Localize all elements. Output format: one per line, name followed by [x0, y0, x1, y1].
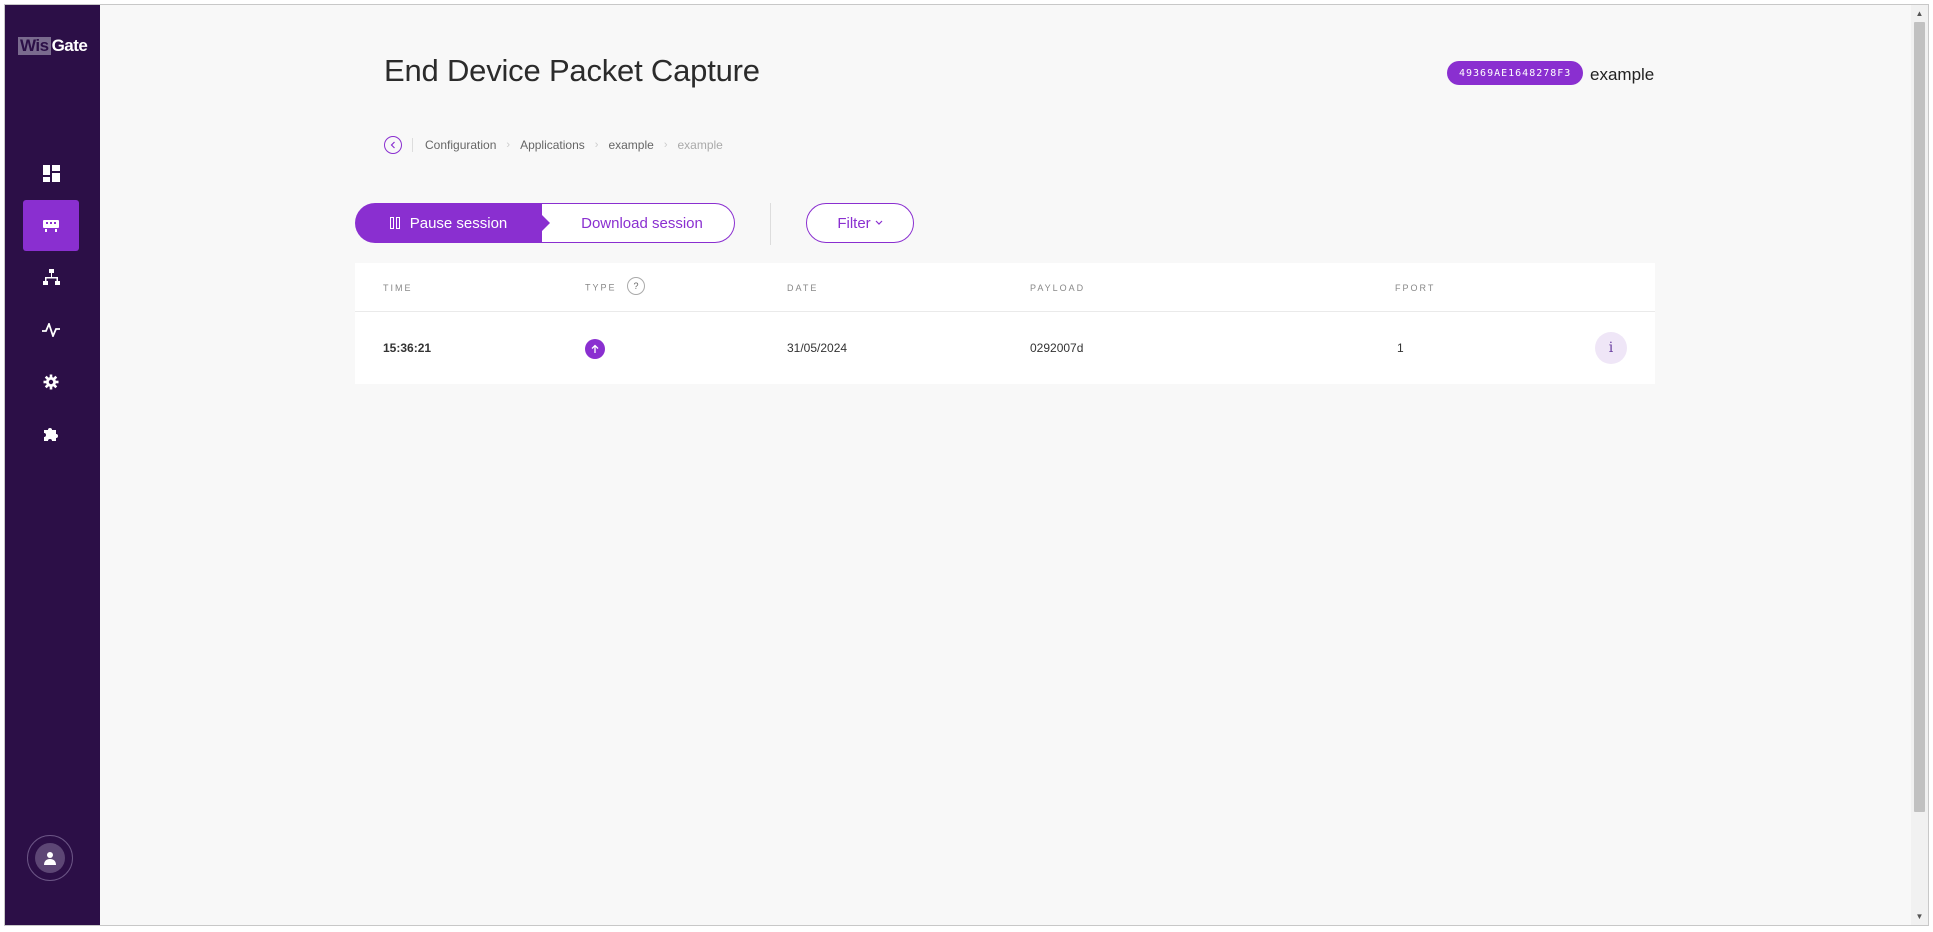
wisgate-logo[interactable]: Wis Gate — [18, 35, 88, 57]
pause-icon — [389, 217, 400, 229]
breadcrumb-divider — [412, 138, 413, 152]
info-icon: i — [1608, 340, 1614, 356]
logo-gate: Gate — [51, 36, 88, 55]
device-name: example — [1590, 65, 1655, 84]
chevron-down-icon — [875, 218, 883, 229]
row-payload: 0292007d — [1030, 341, 1084, 355]
chevron-right-icon: › — [506, 139, 511, 151]
app-window: Wis Gate End Device Packet Capture 49369… — [4, 4, 1929, 926]
back-button[interactable] — [384, 136, 402, 154]
controls-divider — [770, 203, 771, 245]
gateway-icon — [43, 219, 59, 232]
sidebar-item-activity[interactable] — [23, 304, 79, 355]
user-icon — [35, 843, 65, 873]
column-date: DATE — [787, 283, 819, 293]
row-time: 15:36:21 — [383, 341, 432, 355]
breadcrumb-configuration[interactable]: Configuration — [425, 138, 496, 152]
sidebar-item-extensions[interactable] — [23, 408, 79, 459]
download-session-button[interactable]: Download session — [542, 203, 735, 243]
row-date: 31/05/2024 — [787, 341, 848, 355]
network-icon — [42, 269, 60, 286]
help-icon[interactable]: ? — [627, 277, 646, 295]
page-title: End Device Packet Capture — [384, 53, 760, 88]
chevron-right-icon: › — [594, 139, 599, 151]
puzzle-icon — [43, 426, 59, 442]
column-fport: FPORT — [1395, 283, 1436, 293]
column-time: TIME — [383, 283, 413, 293]
packet-table: TIME TYPE ? DATE PAYLOAD FPORT 15:36:21 … — [355, 263, 1655, 384]
activity-icon — [42, 322, 60, 337]
row-fport: 1 — [1397, 341, 1404, 355]
table-header: TIME TYPE ? DATE PAYLOAD FPORT — [355, 263, 1655, 312]
table-row[interactable]: 15:36:21 31/05/2024 0292007d 1 i — [355, 312, 1655, 384]
breadcrumb-device: example — [677, 138, 723, 152]
device-eui-badge: 49369AE1648278F3 — [1447, 61, 1584, 85]
filter-label: Filter — [837, 214, 871, 232]
download-session-label: Download session — [581, 214, 703, 232]
pause-session-label: Pause session — [409, 214, 508, 232]
sidebar-item-settings[interactable] — [23, 356, 79, 407]
uplink-arrow-icon — [585, 339, 605, 359]
vertical-scrollbar[interactable]: ▲ ▼ — [1911, 5, 1928, 925]
breadcrumb-applications[interactable]: Applications — [520, 138, 585, 152]
scroll-down-arrow-icon[interactable]: ▼ — [1911, 908, 1928, 925]
info-button[interactable]: i — [1595, 332, 1627, 364]
session-controls: Pause session Download session — [355, 203, 735, 243]
breadcrumb: Configuration › Applications › example ›… — [384, 134, 733, 156]
scrollbar-thumb[interactable] — [1914, 22, 1925, 812]
filter-button[interactable]: Filter — [806, 203, 914, 243]
dashboard-icon — [42, 165, 60, 182]
user-avatar-button[interactable] — [27, 835, 73, 881]
column-type-label: TYPE — [585, 282, 617, 293]
sidebar-item-applications[interactable] — [23, 252, 79, 303]
pause-session-button[interactable]: Pause session — [355, 203, 550, 243]
chevron-left-icon — [389, 138, 397, 152]
breadcrumb-application[interactable]: example — [608, 138, 653, 152]
logo-wis: Wis — [18, 36, 51, 55]
gear-icon — [43, 374, 59, 390]
chevron-right-icon: › — [663, 139, 668, 151]
sidebar-item-gateways[interactable] — [23, 200, 79, 251]
sidebar-item-dashboard[interactable] — [23, 148, 79, 199]
column-payload: PAYLOAD — [1030, 283, 1086, 293]
sidebar: Wis Gate — [5, 5, 100, 925]
scroll-up-arrow-icon[interactable]: ▲ — [1911, 5, 1928, 22]
column-type: TYPE ? — [585, 277, 646, 297]
